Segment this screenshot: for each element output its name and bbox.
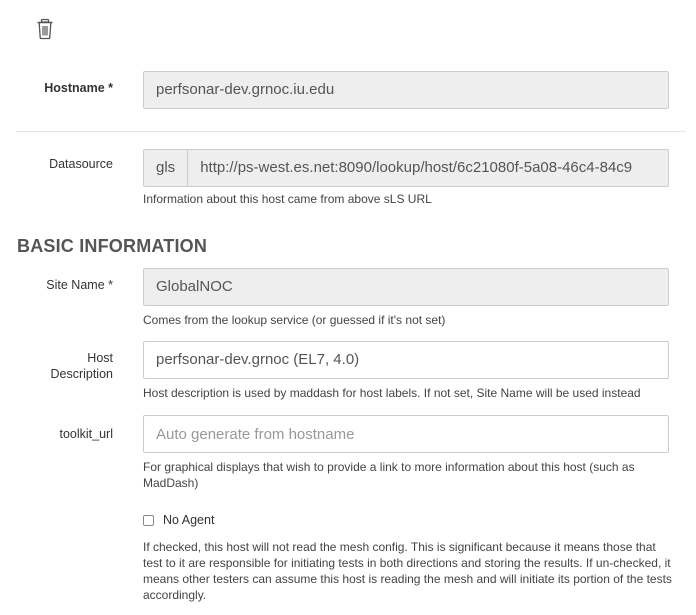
- host-description-field[interactable]: perfsonar-dev.grnoc (EL7, 4.0): [143, 341, 669, 379]
- trash-icon[interactable]: [36, 18, 54, 40]
- hostname-label: Hostname *: [44, 81, 113, 95]
- datasource-help: Information about this host came from ab…: [143, 192, 432, 206]
- toolkit-url-label: toolkit_url: [59, 427, 114, 441]
- datasource-url-field[interactable]: http://ps-west.es.net:8090/lookup/host/6…: [187, 149, 669, 187]
- datasource-input-group: gls http://ps-west.es.net:8090/lookup/ho…: [143, 149, 669, 187]
- site-name-label: Site Name *: [46, 278, 113, 292]
- host-description-help: Host description is used by maddash for …: [143, 386, 641, 400]
- no-agent-help: If checked, this host will not read the …: [143, 540, 672, 602]
- site-name-help: Comes from the lookup service (or guesse…: [143, 313, 446, 327]
- host-description-label-line2: Description: [50, 367, 113, 381]
- trash-icon-svg: [37, 18, 53, 40]
- no-agent-checkbox[interactable]: [143, 514, 154, 526]
- divider: [16, 131, 686, 132]
- no-agent-label: No Agent: [163, 513, 215, 527]
- no-agent-row[interactable]: No Agent: [143, 513, 214, 527]
- datasource-label: Datasource: [49, 157, 113, 171]
- host-edit-form: Hostname * perfsonar-dev.grnoc.iu.edu Da…: [0, 0, 696, 615]
- host-description-label-line1: Host: [87, 351, 113, 365]
- datasource-prefix-addon: gls: [143, 149, 188, 187]
- toolkit-url-input[interactable]: [143, 415, 669, 453]
- hostname-field[interactable]: perfsonar-dev.grnoc.iu.edu: [143, 71, 669, 109]
- section-title-basic-information: BASIC INFORMATION: [17, 236, 208, 256]
- host-description-label: Host Description: [50, 350, 113, 382]
- site-name-field[interactable]: GlobalNOC: [143, 268, 669, 306]
- toolkit-url-help: For graphical displays that wish to prov…: [143, 460, 635, 490]
